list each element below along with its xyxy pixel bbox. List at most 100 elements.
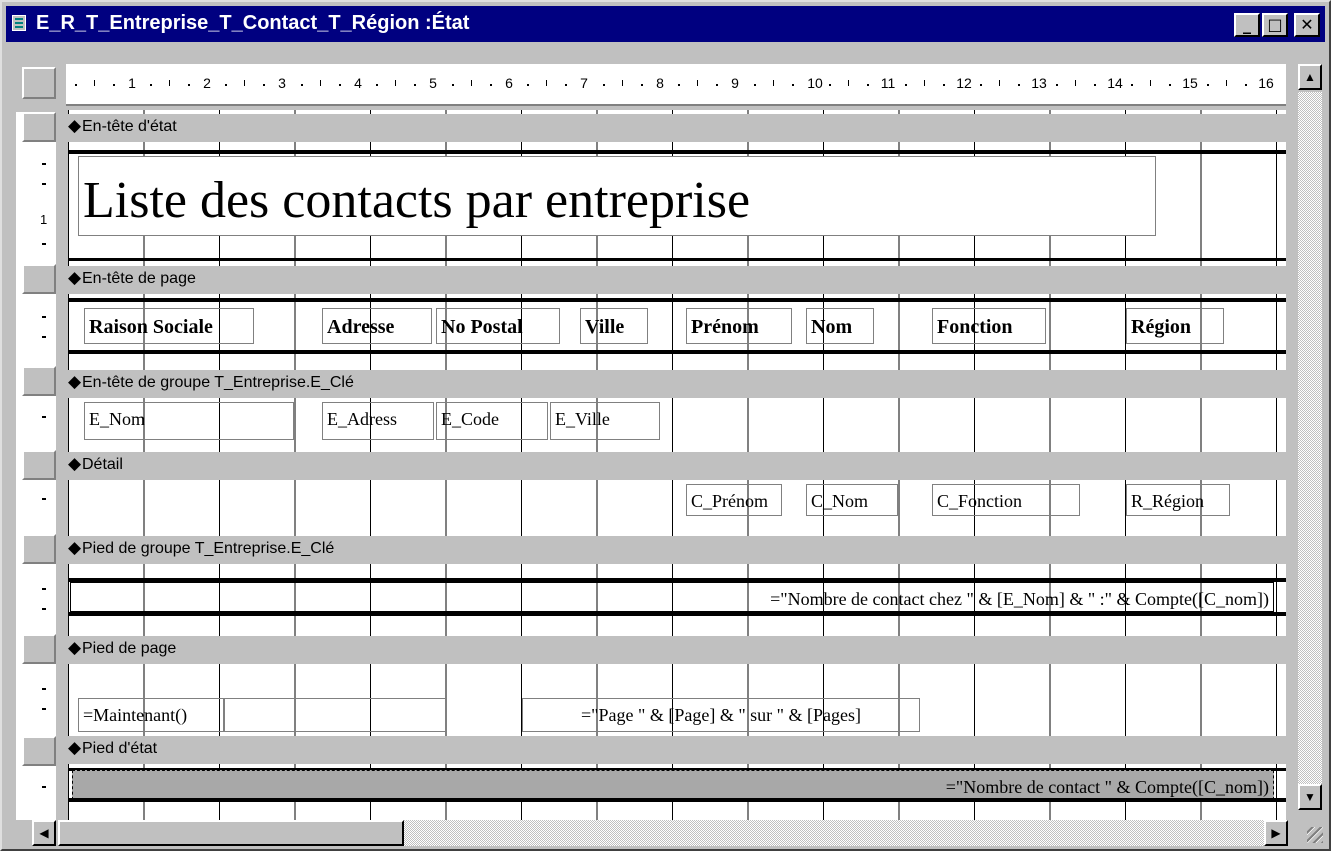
scroll-down-button[interactable]: ▼ <box>1298 784 1322 810</box>
ruler-tick <box>42 336 46 338</box>
resize-grip-icon[interactable] <box>1300 820 1326 846</box>
line[interactable] <box>68 798 1286 802</box>
section-selector-group-header[interactable] <box>22 366 56 396</box>
field-page-footer-blank[interactable] <box>224 698 446 732</box>
ruler-tick <box>42 498 46 500</box>
ruler-number: 2 <box>203 75 211 91</box>
label-prenom[interactable]: Prénom <box>686 308 792 344</box>
section-bar-report-footer[interactable]: ◆ Pied d'état <box>68 736 1296 764</box>
section-arrow-icon: ◆ <box>68 454 82 473</box>
section-bar-page-header[interactable]: ◆ En-tête de page <box>68 266 1296 294</box>
ruler-number: 14 <box>1107 75 1123 91</box>
maximize-button[interactable]: □ <box>1262 13 1288 37</box>
ruler-number: 12 <box>956 75 972 91</box>
report-icon[interactable] <box>12 15 26 31</box>
field-e-adresse[interactable]: E_Adress <box>322 402 434 440</box>
ruler-number: 15 <box>1182 75 1198 91</box>
section-selector-report-header[interactable] <box>22 112 56 142</box>
field-maintenant[interactable]: =Maintenant() <box>78 698 224 732</box>
report-design-window: E_R_T_Entreprise_T_Contact_T_Région :Éta… <box>0 0 1331 851</box>
line[interactable] <box>68 612 1286 616</box>
field-e-nom[interactable]: E_Nom <box>84 402 294 440</box>
label-adresse[interactable]: Adresse <box>322 308 432 344</box>
window-title: E_R_T_Entreprise_T_Contact_T_Région :Éta… <box>36 12 470 34</box>
ruler-tick <box>42 588 46 590</box>
section-selector-detail[interactable] <box>22 450 56 480</box>
section-label: Pied de page <box>82 640 177 657</box>
section-bar-detail[interactable]: ◆ Détail <box>68 452 1296 480</box>
ruler-tick <box>42 183 46 185</box>
section-selector-page-header[interactable] <box>22 264 56 294</box>
field-c-fonction[interactable]: C_Fonction <box>932 484 1080 516</box>
ruler-number: 1 <box>40 212 48 227</box>
ruler-tick <box>42 688 46 690</box>
section-arrow-icon: ◆ <box>68 372 82 391</box>
horizontal-ruler[interactable]: 1 2 3 4 5 6 7 8 9 10 11 12 13 14 15 16 <box>66 64 1286 106</box>
section-arrow-icon: ◆ <box>68 738 82 757</box>
label-nom[interactable]: Nom <box>806 308 874 344</box>
field-e-ville[interactable]: E_Ville <box>550 402 660 440</box>
field-page-number-expr[interactable]: ="Page " & [Page] & " sur " & [Pages] <box>522 698 920 732</box>
field-group-count-expr[interactable]: ="Nombre de contact chez " & [E_Nom] & "… <box>70 582 1274 612</box>
section-label: En-tête d'état <box>82 118 177 135</box>
ruler-number: 5 <box>429 75 437 91</box>
section-arrow-icon: ◆ <box>68 538 82 557</box>
section-bar-group-header[interactable]: ◆ En-tête de groupe T_Entreprise.E_Clé <box>68 370 1296 398</box>
line[interactable] <box>68 350 1286 354</box>
label-region[interactable]: Région <box>1126 308 1224 344</box>
section-label: En-tête de page <box>82 270 196 287</box>
field-r-region[interactable]: R_Région <box>1126 484 1230 516</box>
section-bar-group-footer[interactable]: ◆ Pied de groupe T_Entreprise.E_Clé <box>68 536 1296 564</box>
ruler-number: 7 <box>580 75 588 91</box>
scroll-left-button[interactable]: ◀ <box>32 820 56 846</box>
ruler-number: 8 <box>656 75 664 91</box>
ruler-number: 1 <box>128 75 136 91</box>
horizontal-scrollbar-thumb[interactable] <box>58 820 404 846</box>
label-raison-sociale[interactable]: Raison Sociale <box>84 308 254 344</box>
section-selector-report-footer[interactable] <box>22 736 56 766</box>
ruler-number: 6 <box>505 75 513 91</box>
line[interactable] <box>68 150 1286 154</box>
field-e-code[interactable]: E_Code <box>436 402 548 440</box>
ruler-number: 11 <box>880 75 896 91</box>
field-report-count-expr[interactable]: ="Nombre de contact " & Compte([C_nom]) <box>72 770 1274 800</box>
close-button[interactable]: ✕ <box>1294 13 1320 37</box>
field-c-nom[interactable]: C_Nom <box>806 484 898 516</box>
section-arrow-icon: ◆ <box>68 116 82 135</box>
label-ville[interactable]: Ville <box>580 308 648 344</box>
label-no-postal[interactable]: No Postal <box>436 308 560 344</box>
ruler-tick <box>42 708 46 710</box>
ruler-tick <box>42 163 46 165</box>
section-label: Pied d'état <box>82 740 158 757</box>
ruler-number: 13 <box>1031 75 1047 91</box>
vertical-scrollbar-track[interactable] <box>1298 92 1322 784</box>
line[interactable] <box>68 258 1286 261</box>
section-bar-report-header[interactable]: ◆ En-tête d'état <box>68 114 1296 142</box>
ruler-number: 9 <box>731 75 739 91</box>
ruler-tick <box>42 316 46 318</box>
minimize-button[interactable]: _ <box>1234 13 1260 37</box>
ruler-number: 10 <box>807 75 823 91</box>
section-label: Détail <box>82 456 123 473</box>
ruler-tick <box>42 416 46 418</box>
ruler-tick <box>42 243 46 245</box>
ruler-number: 4 <box>354 75 362 91</box>
line[interactable] <box>68 298 1286 302</box>
section-selector-group-footer[interactable] <box>22 534 56 564</box>
section-label: En-tête de groupe T_Entreprise.E_Clé <box>82 374 354 391</box>
label-fonction[interactable]: Fonction <box>932 308 1046 344</box>
ruler-tick <box>42 608 46 610</box>
section-arrow-icon: ◆ <box>68 638 82 657</box>
section-bar-page-footer[interactable]: ◆ Pied de page <box>68 636 1296 664</box>
scroll-right-button[interactable]: ▶ <box>1264 820 1288 846</box>
field-c-prenom[interactable]: C_Prénom <box>686 484 782 516</box>
section-arrow-icon: ◆ <box>68 268 82 287</box>
section-label: Pied de groupe T_Entreprise.E_Clé <box>82 540 335 557</box>
report-selector[interactable] <box>22 67 56 99</box>
scroll-up-button[interactable]: ▲ <box>1298 64 1322 90</box>
title-bar[interactable]: E_R_T_Entreprise_T_Contact_T_Région :Éta… <box>6 6 1325 42</box>
report-title-label[interactable]: Liste des contacts par entreprise <box>78 156 1156 236</box>
ruler-ticks <box>75 80 1247 86</box>
section-selector-page-footer[interactable] <box>22 634 56 664</box>
ruler-tick <box>42 786 46 788</box>
